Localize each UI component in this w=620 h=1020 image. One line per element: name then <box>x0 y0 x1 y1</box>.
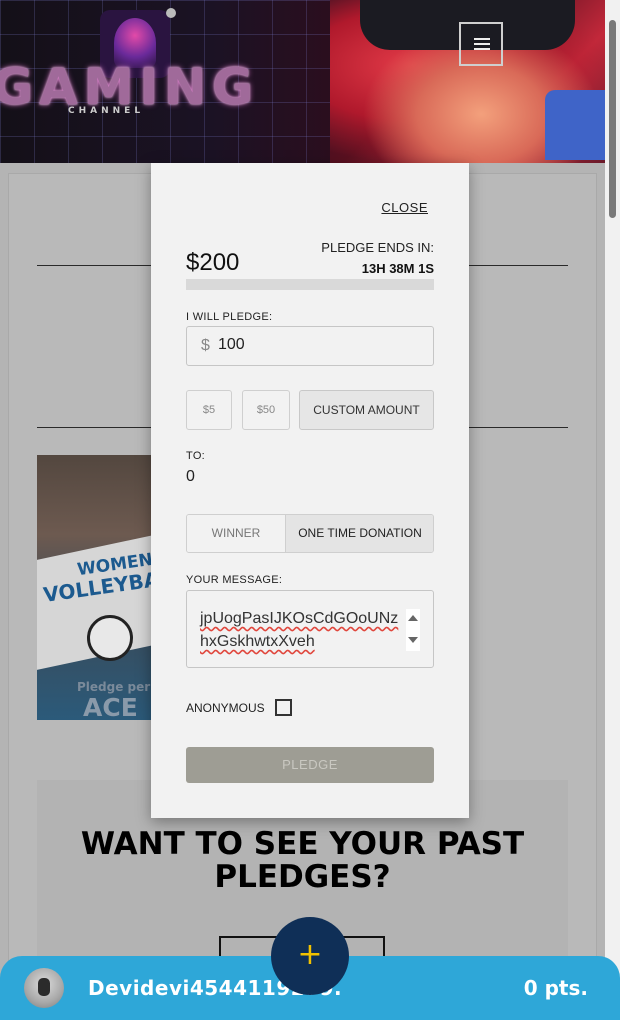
avatar[interactable] <box>24 968 64 1008</box>
divider <box>37 427 151 428</box>
to-label: TO: <box>186 450 206 462</box>
pledge-total-amount: $200 <box>186 249 240 276</box>
pledge-ends-label: PLEDGE ENDS IN: <box>321 240 434 255</box>
hamburger-menu-button[interactable] <box>459 22 503 66</box>
currency-symbol: $ <box>201 337 210 354</box>
toggle-winner[interactable]: WINNER <box>187 515 285 552</box>
pledge-modal: CLOSE $200 PLEDGE ENDS IN: 13H 38M 1S I … <box>151 163 469 818</box>
pledge-submit-button[interactable]: PLEDGE <box>186 747 434 783</box>
divider <box>469 265 568 266</box>
custom-amount-button[interactable]: CUSTOM AMOUNT <box>299 390 434 430</box>
promo-ace-text: ACE <box>83 693 138 720</box>
pledge-amount-value[interactable]: 100 <box>218 336 245 354</box>
scrollbar-thumb[interactable] <box>609 20 616 218</box>
pledge-progress-bar <box>186 279 434 290</box>
menu-icon-bar <box>474 43 490 45</box>
close-button[interactable]: CLOSE <box>381 200 428 215</box>
message-text[interactable]: jpUogPasIJKOsCdGOoUNzhxGskhwtxXveh <box>200 607 402 653</box>
message-textarea[interactable]: jpUogPasIJKOsCdGOoUNzhxGskhwtxXveh <box>186 590 434 668</box>
divider <box>37 265 151 266</box>
site-header: GAMING CHANNEL <box>0 0 605 163</box>
anonymous-label: ANONYMOUS <box>186 701 265 715</box>
volleyball-promo-card[interactable]: WOMEN VOLLEYBA Pledge per ACE <box>37 455 157 720</box>
pledge-type-toggle: WINNER ONE TIME DONATION <box>186 514 434 553</box>
toggle-one-time-donation[interactable]: ONE TIME DONATION <box>285 515 433 552</box>
anonymous-checkbox[interactable] <box>275 699 292 716</box>
menu-icon <box>474 38 490 40</box>
points-balance: 0 pts. <box>523 976 588 1000</box>
hero-controller <box>545 90 605 160</box>
to-value: 0 <box>186 468 195 485</box>
message-scrollbar[interactable] <box>406 609 420 651</box>
avatar-figure-icon <box>38 978 50 996</box>
scroll-down-icon[interactable] <box>408 637 418 643</box>
scroll-up-icon[interactable] <box>408 615 418 621</box>
pledge-countdown: 13H 38M 1S <box>361 261 434 276</box>
logo-dot <box>166 8 176 18</box>
message-label: YOUR MESSAGE: <box>186 574 283 586</box>
pledge-amount-input[interactable]: $ 100 <box>186 326 434 366</box>
past-pledges-title: WANT TO SEE YOUR PAST PLEDGES? <box>80 826 525 895</box>
menu-icon-bar <box>474 48 490 50</box>
volleyball-icon <box>87 615 133 661</box>
pledge-amount-label: I WILL PLEDGE: <box>186 311 273 323</box>
brand-subtitle: CHANNEL <box>68 106 145 116</box>
add-pledge-button[interactable]: + <box>271 917 349 995</box>
quick-amount-5-button[interactable]: $5 <box>186 390 232 430</box>
quick-amount-50-button[interactable]: $50 <box>242 390 290 430</box>
page-scrollbar[interactable] <box>605 0 620 1020</box>
divider <box>469 427 568 428</box>
promo-pledge-text: Pledge per <box>77 680 151 694</box>
